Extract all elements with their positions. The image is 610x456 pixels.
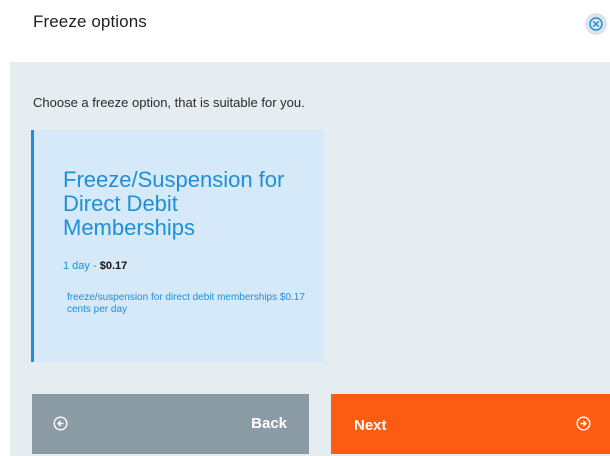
back-button-label: Back [251,415,287,432]
arrow-right-circle-icon [576,416,591,436]
close-circle-icon [589,17,603,31]
option-description: freeze/suspension for direct debit membe… [67,292,305,315]
back-button[interactable]: Back [32,394,309,454]
price-separator: - [89,260,100,272]
arrow-left-circle-icon [53,416,68,436]
option-duration: 1 day [63,260,90,272]
modal-body: Choose a freeze option, that is suitable… [10,62,610,456]
freeze-option-card[interactable]: Freeze/Suspension for Direct Debit Membe… [31,130,324,362]
modal-header: Freeze options [0,0,610,62]
option-price: 1 day - $0.17 [63,260,127,272]
option-title: Freeze/Suspension for Direct Debit Membe… [63,167,285,240]
close-button[interactable] [585,13,607,35]
modal-title: Freeze options [33,12,147,31]
option-amount: $0.17 [99,260,128,272]
subtitle: Choose a freeze option, that is suitable… [33,95,305,110]
next-button[interactable]: Next [331,394,610,454]
next-button-label: Next [354,417,387,434]
